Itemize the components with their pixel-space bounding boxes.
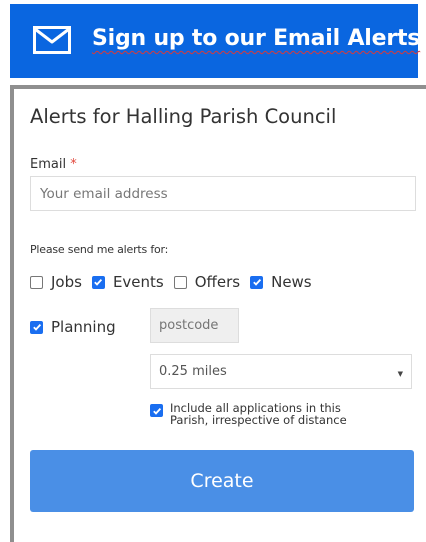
distance-select[interactable]: 0.25 miles ▼ (150, 354, 412, 389)
events-checkbox[interactable] (91, 275, 105, 289)
events-label: Events (112, 273, 164, 291)
create-button[interactable]: Create (30, 450, 414, 512)
news-checkbox[interactable] (250, 275, 264, 289)
email-label: Email * (30, 157, 77, 172)
offers-checkbox[interactable] (173, 275, 187, 289)
alerts-form-panel: Alerts for Halling Parish Council Email … (10, 85, 426, 542)
alerts-for-label: Please send me alerts for: (30, 243, 169, 256)
option-news[interactable]: News (250, 273, 312, 291)
planning-label: Planning (51, 318, 116, 336)
form-heading: Alerts for Halling Parish Council (30, 105, 337, 128)
banner-title: Sign up to our Email Alerts (92, 26, 421, 51)
checkmark-icon (32, 323, 41, 331)
alert-type-options: Jobs Events Offers News (30, 273, 322, 291)
checkmark-icon (252, 278, 261, 286)
option-events[interactable]: Events (91, 273, 164, 291)
checkmark-icon (94, 278, 103, 286)
checkmark-icon (152, 407, 161, 415)
required-marker: * (70, 157, 77, 172)
planning-checkbox[interactable] (30, 320, 43, 334)
include-all-checkbox[interactable] (150, 404, 163, 417)
email-label-text: Email (30, 157, 67, 172)
include-all-option[interactable]: Include all applications in this Parish,… (150, 402, 360, 426)
envelope-icon (33, 26, 71, 54)
option-jobs[interactable]: Jobs (30, 273, 82, 291)
email-alerts-banner: Sign up to our Email Alerts (10, 4, 421, 78)
email-input[interactable] (30, 176, 416, 211)
distance-selected-value: 0.25 miles (159, 364, 227, 379)
postcode-input[interactable] (150, 308, 239, 343)
news-label: News (271, 273, 312, 291)
include-all-label: Include all applications in this Parish,… (170, 401, 347, 427)
jobs-checkbox[interactable] (30, 275, 43, 289)
jobs-label: Jobs (51, 273, 82, 291)
offers-label: Offers (194, 273, 241, 291)
option-planning[interactable]: Planning (30, 318, 116, 336)
option-offers[interactable]: Offers (173, 273, 241, 291)
caret-down-icon: ▼ (397, 370, 403, 378)
